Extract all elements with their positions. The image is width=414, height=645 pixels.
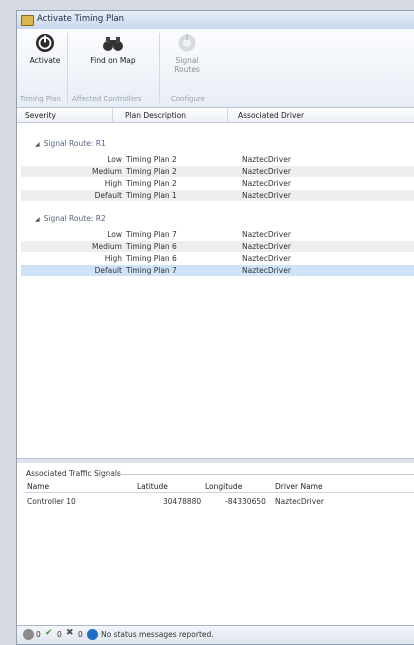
find-on-map-label: Find on Map <box>90 56 136 65</box>
timing-plan-grid-header: Severity Plan Description Associated Dri… <box>17 108 414 123</box>
status-message: No status messages reported. <box>101 630 214 639</box>
column-severity[interactable]: Severity <box>25 111 56 120</box>
severity-cell: High <box>104 179 122 188</box>
ribbon-toolbar: Activate Find on Map Signal Routes Timin… <box>17 29 414 108</box>
plan-cell: Timing Plan 6 <box>126 242 177 251</box>
plan-cell: Timing Plan 6 <box>126 254 177 263</box>
ribbon-separator <box>67 33 68 103</box>
column-associated-driver[interactable]: Associated Driver <box>238 111 304 120</box>
table-row[interactable]: Default Timing Plan 1 NaztecDriver <box>21 190 414 201</box>
error-icon[interactable] <box>23 629 34 640</box>
ribbon-separator <box>159 33 160 103</box>
driver-cell: NaztecDriver <box>242 155 291 164</box>
column-plan-description[interactable]: Plan Description <box>125 111 186 120</box>
find-on-map-button[interactable]: Find on Map <box>89 33 137 65</box>
section-divider <box>99 474 414 475</box>
group-affected-controllers: Affected Controllers <box>72 95 142 103</box>
column-driver-name[interactable]: Driver Name <box>275 482 323 491</box>
severity-cell: Medium <box>92 242 122 251</box>
group-label: Signal Route: R1 <box>43 139 106 148</box>
group-row-r1[interactable]: ◢ Signal Route: R1 <box>35 139 106 148</box>
plan-cell: Timing Plan 7 <box>126 266 177 275</box>
signals-grid-header: Name Latitude Longitude Driver Name <box>25 480 414 493</box>
column-divider[interactable] <box>227 108 228 122</box>
warning-icon[interactable]: ✖ <box>66 628 74 638</box>
expand-triangle-icon[interactable]: ◢ <box>35 141 40 148</box>
warning-count: 0 <box>78 630 83 639</box>
plan-cell: Timing Plan 1 <box>126 191 177 200</box>
table-row-selected[interactable]: Default Timing Plan 7 NaztecDriver <box>21 265 414 276</box>
table-row[interactable]: Low Timing Plan 2 NaztecDriver <box>21 154 414 165</box>
panel-splitter[interactable] <box>17 458 414 463</box>
checkmark-icon[interactable]: ✔ <box>45 628 53 638</box>
driver-cell: NaztecDriver <box>242 242 291 251</box>
column-divider[interactable] <box>112 108 113 122</box>
info-icon[interactable] <box>87 629 98 640</box>
plan-cell: Timing Plan 2 <box>126 167 177 176</box>
table-row[interactable]: Medium Timing Plan 2 NaztecDriver <box>21 166 414 177</box>
severity-cell: Low <box>107 155 122 164</box>
expand-triangle-icon[interactable]: ◢ <box>35 216 40 223</box>
latitude-cell: 30478880 <box>163 497 202 506</box>
table-row[interactable]: Low Timing Plan 7 NaztecDriver <box>21 229 414 240</box>
driver-cell: NaztecDriver <box>242 167 291 176</box>
plan-cell: Timing Plan 2 <box>126 155 177 164</box>
severity-cell: Default <box>94 266 122 275</box>
activate-label: Activate <box>29 56 61 65</box>
window-icon <box>21 15 34 26</box>
error-count: 0 <box>36 630 41 639</box>
title-bar: Activate Timing Plan <box>17 11 414 30</box>
column-longitude[interactable]: Longitude <box>205 482 242 491</box>
name-cell: Controller 10 <box>27 497 76 506</box>
driver-cell: NaztecDriver <box>242 179 291 188</box>
window-title: Activate Timing Plan <box>37 14 125 24</box>
severity-cell: Low <box>107 230 122 239</box>
group-label: Signal Route: R2 <box>43 214 106 223</box>
ok-count: 0 <box>57 630 62 639</box>
group-row-r2[interactable]: ◢ Signal Route: R2 <box>35 214 106 223</box>
table-row[interactable]: High Timing Plan 2 NaztecDriver <box>21 178 414 189</box>
driver-name-cell: NaztecDriver <box>275 497 324 506</box>
power-icon <box>35 33 55 53</box>
signal-routes-button[interactable]: Signal Routes <box>165 33 209 74</box>
driver-cell: NaztecDriver <box>242 254 291 263</box>
driver-cell: NaztecDriver <box>242 191 291 200</box>
severity-cell: Medium <box>92 167 122 176</box>
plan-cell: Timing Plan 7 <box>126 230 177 239</box>
group-timing-plan: Timing Plan <box>20 95 61 103</box>
table-row[interactable]: Medium Timing Plan 6 NaztecDriver <box>21 241 414 252</box>
longitude-cell: -84330650 <box>225 497 266 506</box>
status-bar: 0 ✔ 0 ✖ 0 No status messages reported. <box>17 625 414 644</box>
activate-timing-plan-window: Activate Timing Plan Activate Find on Ma… <box>16 10 414 645</box>
binoculars-icon <box>102 33 124 53</box>
plan-cell: Timing Plan 2 <box>126 179 177 188</box>
column-name[interactable]: Name <box>27 482 49 491</box>
driver-cell: NaztecDriver <box>242 230 291 239</box>
table-row[interactable]: High Timing Plan 6 NaztecDriver <box>21 253 414 264</box>
driver-cell: NaztecDriver <box>242 266 291 275</box>
signal-routes-icon <box>177 33 197 53</box>
severity-cell: Default <box>94 191 122 200</box>
severity-cell: High <box>104 254 122 263</box>
table-row[interactable]: Controller 10 30478880 -84330650 NaztecD… <box>25 496 414 507</box>
activate-button[interactable]: Activate <box>25 33 65 65</box>
group-configure: Configure <box>171 95 205 103</box>
column-latitude[interactable]: Latitude <box>137 482 168 491</box>
signal-routes-label: Signal Routes <box>174 56 200 74</box>
